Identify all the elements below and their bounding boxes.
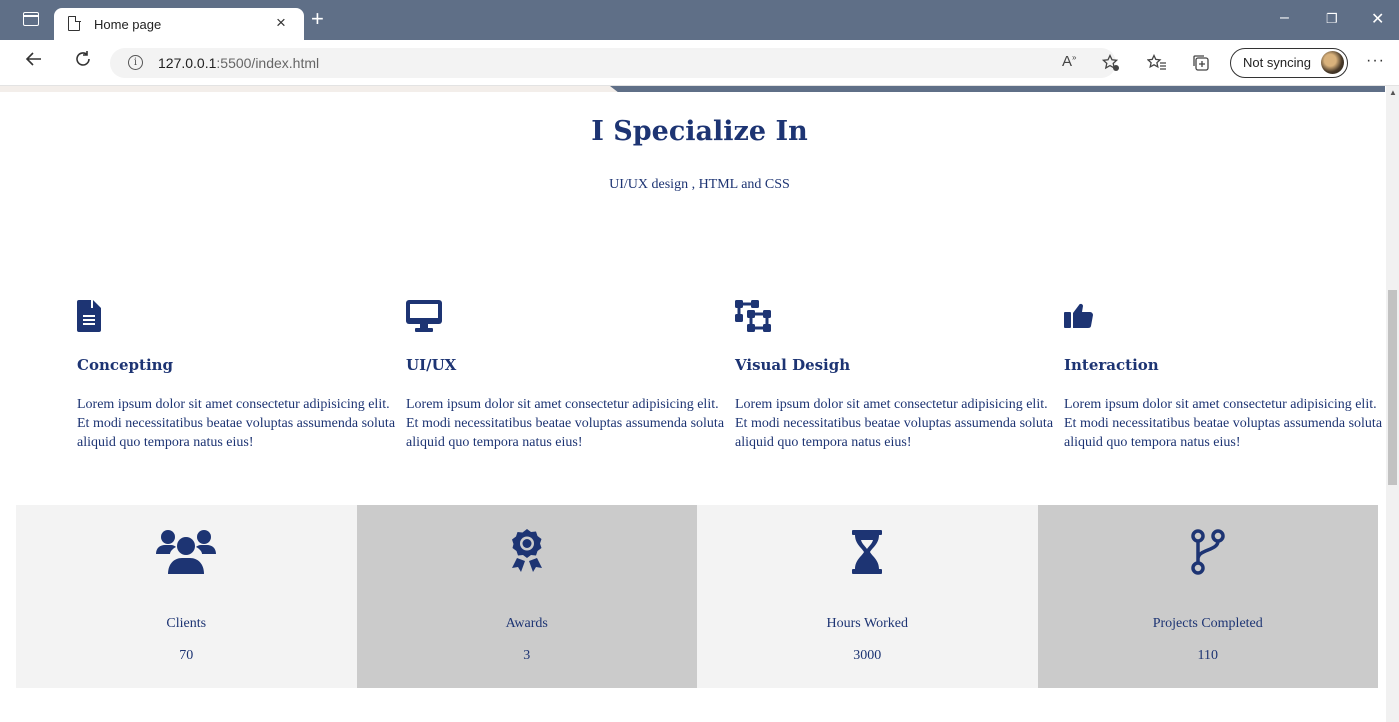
stat-label: Hours Worked [826,616,908,631]
service-card: UI/UX Lorem ipsum dolor sit amet consect… [406,300,726,452]
award-icon [357,523,698,581]
stat-value: 110 [1197,648,1218,663]
info-icon[interactable]: i [128,55,143,70]
read-aloud-icon[interactable]: A» [1062,53,1076,70]
service-title: Visual Desigh [735,356,851,374]
stat-label: Projects Completed [1152,616,1263,631]
tab-actions-icon[interactable] [23,12,39,26]
page-icon [68,15,81,31]
favorites-icon[interactable] [1146,53,1167,76]
code-branch-icon [1038,523,1379,581]
service-title: Concepting [77,356,174,374]
minimize-button[interactable]: – [1280,9,1289,27]
service-description: Lorem ipsum dolor sit amet consectetur a… [1064,397,1383,450]
scroll-up-icon[interactable]: ▲ [1389,88,1397,97]
arrow-left-icon [25,52,41,66]
stat-label: Awards [505,616,548,631]
stat-value: 70 [179,648,194,663]
avatar [1321,51,1344,74]
address-bar: i 127.0.0.1:5500/index.html A» Not synci… [0,40,1399,86]
restore-button[interactable]: ❐ [1326,11,1338,27]
service-card: Interaction Lorem ipsum dolor sit amet c… [1064,300,1384,452]
collections-icon[interactable] [1192,54,1210,76]
profile-sync-button[interactable]: Not syncing [1230,48,1348,78]
refresh-icon [76,51,90,66]
more-options-icon[interactable]: ··· [1366,52,1385,70]
stat-value: 3 [523,648,531,663]
scroll-thumb[interactable] [1388,290,1397,485]
stat-projects: Projects Completed 110 [1037,505,1379,688]
stat-value: 3000 [853,648,882,663]
add-favorite-icon[interactable] [1101,53,1120,76]
users-icon [16,523,357,581]
thumbs-up-icon [1064,300,1384,336]
url-field[interactable]: i 127.0.0.1:5500/index.html [110,48,1116,78]
hourglass-icon [697,523,1038,581]
browser-titlebar: Home page × + – ❐ ✕ [0,0,1399,40]
back-button[interactable] [25,50,43,74]
service-title: Interaction [1064,356,1159,374]
sync-label: Not syncing [1243,55,1311,70]
service-description: Lorem ipsum dolor sit amet consectetur a… [406,397,725,450]
tab-close-button[interactable]: × [276,13,286,33]
header-accent-strip [610,86,1385,92]
tab-title: Home page [94,17,162,32]
new-tab-button[interactable]: + [311,6,324,32]
section-subheading: UI/UX design , HTML and CSS [609,177,790,192]
stat-clients: Clients 70 [16,505,357,688]
service-description: Lorem ipsum dolor sit amet consectetur a… [735,397,1054,450]
stat-awards: Awards 3 [356,505,698,688]
browser-tab[interactable]: Home page × [54,8,304,40]
service-card: Visual Desigh Lorem ipsum dolor sit amet… [735,300,1055,452]
desktop-icon [406,300,726,336]
file-icon [77,300,397,336]
section-heading: I Specialize In [591,116,808,147]
service-card: Concepting Lorem ipsum dolor sit amet co… [77,300,397,452]
service-title: UI/UX [406,356,457,374]
object-ungroup-icon [735,300,1055,336]
refresh-button[interactable] [74,50,92,74]
url-text: 127.0.0.1:5500/index.html [158,55,320,71]
stat-label: Clients [166,616,207,631]
close-window-button[interactable]: ✕ [1371,9,1384,29]
stats-band: Clients 70 Awards 3 Hours Worked 3000 Pr… [16,505,1378,688]
stat-hours: Hours Worked 3000 [697,505,1038,688]
service-description: Lorem ipsum dolor sit amet consectetur a… [77,397,396,450]
